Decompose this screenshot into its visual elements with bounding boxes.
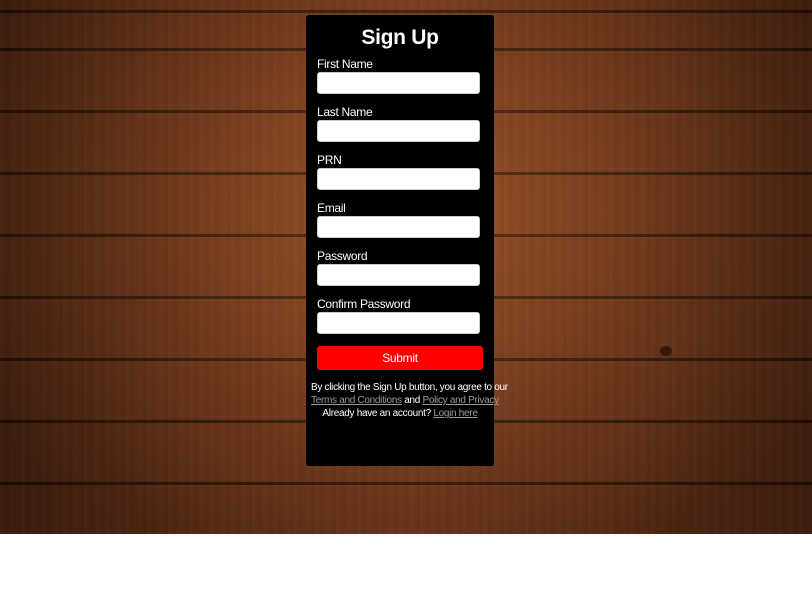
confirm-password-input[interactable] (317, 312, 480, 334)
prn-label: PRN (317, 153, 342, 167)
form-title: Sign Up (361, 26, 439, 49)
email-field-group: Email (317, 202, 483, 238)
last-name-label: Last Name (317, 105, 373, 119)
signup-form: Sign Up First Name Last Name PRN Email P… (306, 15, 508, 466)
and-text: and (404, 395, 420, 406)
first-name-label: First Name (317, 57, 373, 71)
last-name-input[interactable] (317, 120, 480, 142)
account-text: Already have an account? (322, 408, 431, 419)
first-name-input[interactable] (317, 72, 480, 94)
prn-field-group: PRN (317, 154, 483, 190)
email-input[interactable] (317, 216, 480, 238)
prn-input[interactable] (317, 168, 480, 190)
agree-text: By clicking the Sign Up button, you agre… (311, 382, 508, 393)
password-input[interactable] (317, 264, 480, 286)
first-name-field-group: First Name (317, 58, 483, 94)
confirm-password-label: Confirm Password (317, 297, 411, 311)
terms-link[interactable]: Terms and Conditions (311, 395, 402, 406)
submit-button[interactable]: Submit (317, 346, 483, 370)
privacy-link[interactable]: Policy and Privacy (422, 395, 499, 406)
login-link[interactable]: Login here (433, 408, 478, 419)
password-label: Password (317, 249, 368, 263)
password-field-group: Password (317, 250, 483, 286)
terms-notice: By clicking the Sign Up button, you agre… (311, 381, 508, 420)
last-name-field-group: Last Name (317, 106, 483, 142)
wood-knot (660, 346, 672, 356)
confirm-password-field-group: Confirm Password (317, 298, 483, 334)
email-label: Email (317, 201, 346, 215)
